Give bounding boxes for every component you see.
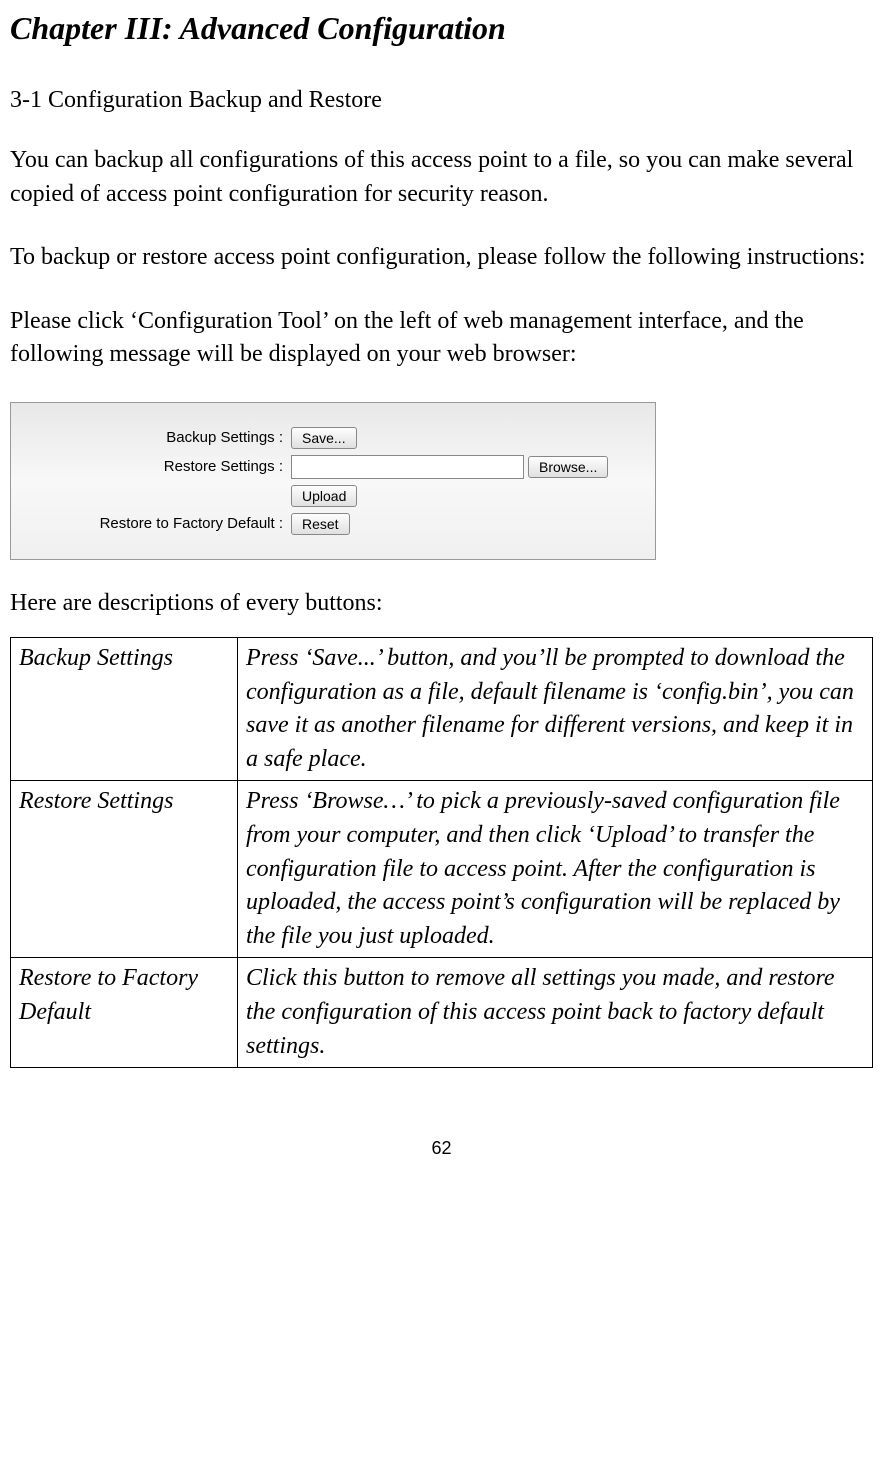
table-term: Backup Settings: [11, 637, 238, 780]
reset-button[interactable]: Reset: [291, 513, 350, 535]
restore-settings-row-upload: Upload: [23, 485, 643, 507]
table-term: Restore Settings: [11, 781, 238, 958]
table-description: Press ‘Save...’ button, and you’ll be pr…: [238, 637, 873, 780]
backup-settings-row: Backup Settings : Save...: [23, 427, 643, 449]
section-title: 3-1 Configuration Backup and Restore: [10, 87, 873, 114]
config-tool-panel: Backup Settings : Save... Restore Settin…: [10, 402, 656, 560]
restore-file-input[interactable]: [291, 455, 524, 479]
descriptions-table: Backup Settings Press ‘Save...’ button, …: [10, 637, 873, 1068]
browse-button[interactable]: Browse...: [528, 456, 608, 478]
table-row: Restore Settings Press ‘Browse…’ to pick…: [11, 781, 873, 958]
table-description: Press ‘Browse…’ to pick a previously-sav…: [238, 781, 873, 958]
paragraph-intro-2: To backup or restore access point config…: [10, 241, 873, 275]
factory-default-row: Restore to Factory Default : Reset: [23, 513, 643, 535]
descriptions-intro: Here are descriptions of every buttons:: [10, 590, 873, 617]
upload-button[interactable]: Upload: [291, 485, 357, 507]
page-number: 62: [10, 1138, 873, 1159]
paragraph-intro-1: You can backup all configurations of thi…: [10, 144, 873, 211]
backup-settings-label: Backup Settings :: [23, 429, 291, 446]
save-button[interactable]: Save...: [291, 427, 357, 449]
table-row: Restore to Factory Default Click this bu…: [11, 958, 873, 1068]
table-term: Restore to Factory Default: [11, 958, 238, 1068]
restore-settings-row-file: Restore Settings : Browse...: [23, 455, 643, 479]
paragraph-intro-3: Please click ‘Configuration Tool’ on the…: [10, 305, 873, 372]
factory-default-label: Restore to Factory Default :: [23, 515, 291, 532]
table-description: Click this button to remove all settings…: [238, 958, 873, 1068]
chapter-title: Chapter III: Advanced Configuration: [10, 10, 873, 47]
restore-settings-label: Restore Settings :: [23, 458, 291, 475]
table-row: Backup Settings Press ‘Save...’ button, …: [11, 637, 873, 780]
